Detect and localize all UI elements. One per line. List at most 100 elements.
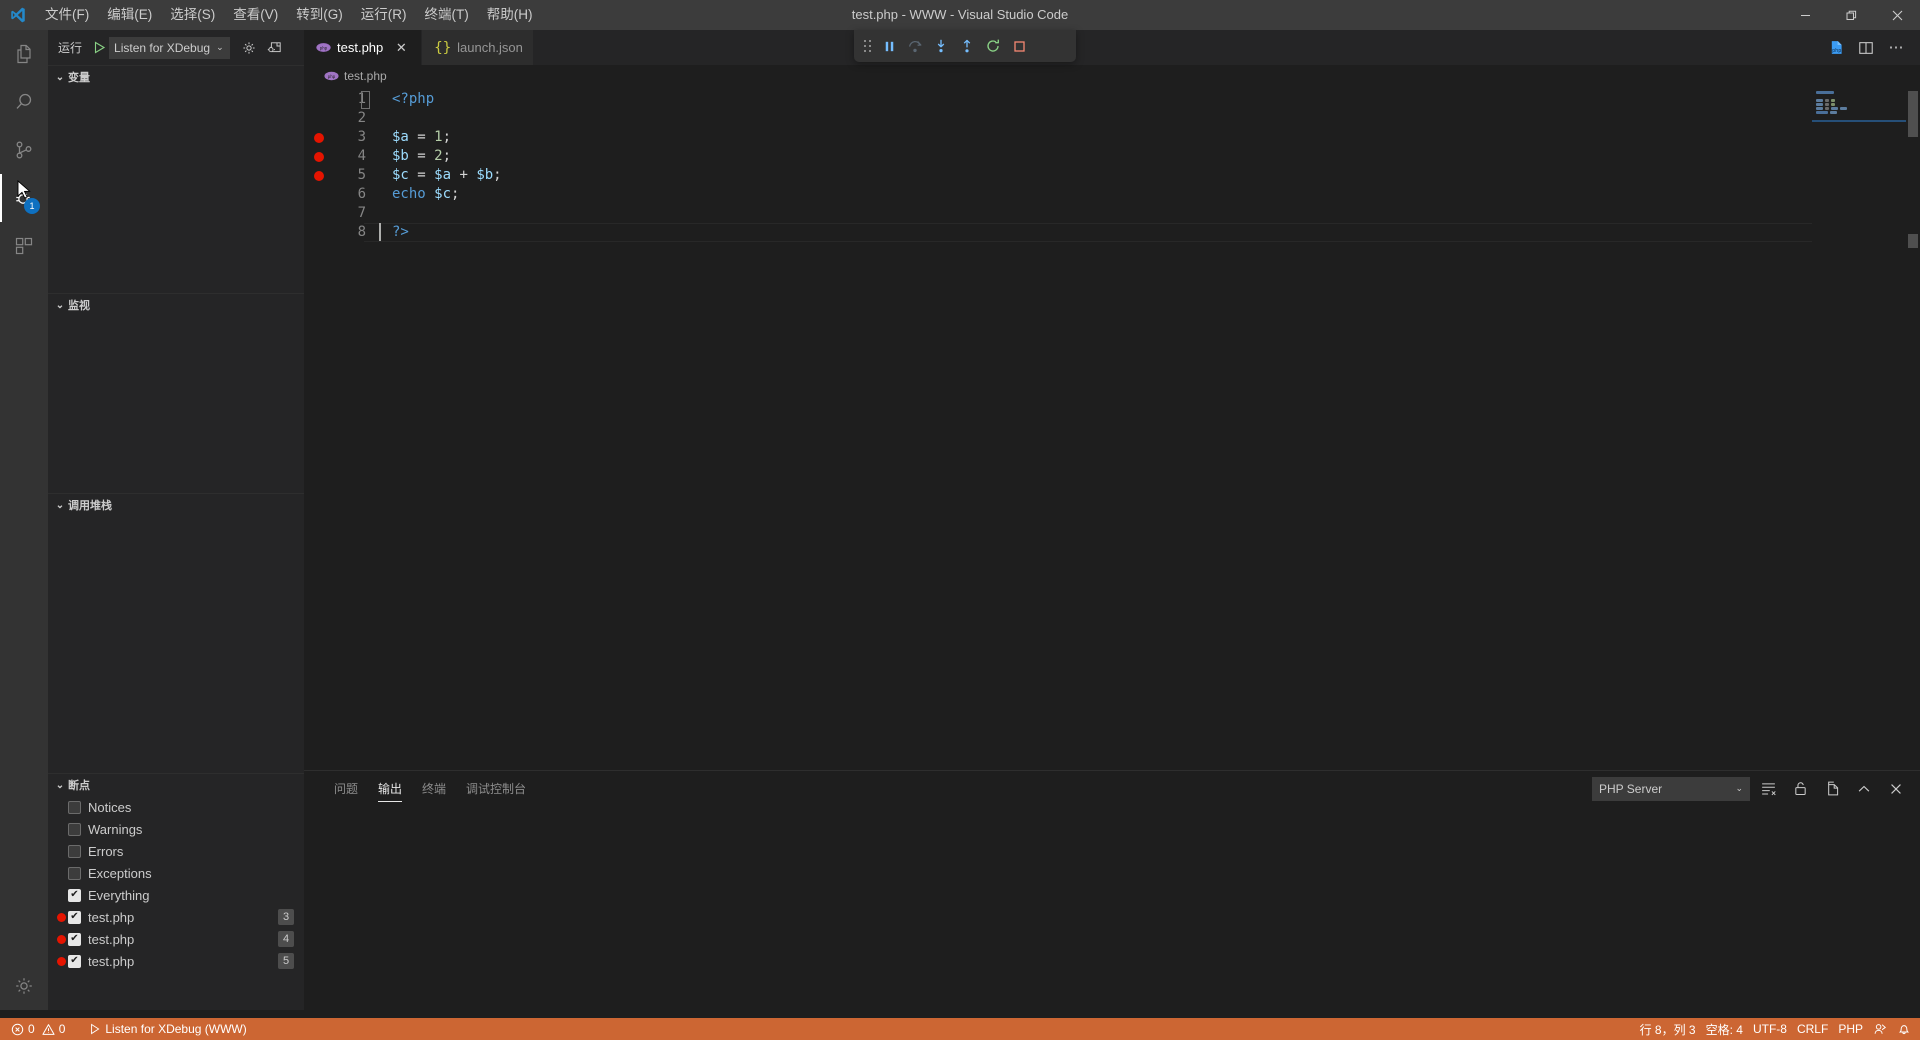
breakpoint-row[interactable]: ✔ test.php 4 — [48, 928, 304, 950]
breakpoint-checkbox[interactable]: ✔ — [68, 888, 81, 902]
code-editor[interactable]: 1 <?php 2 3 $a = 1; 4 $b = 2; 5 $c = $a + $b; 6 ec… — [304, 87, 1920, 770]
more-actions-button[interactable]: ⋯ — [1882, 34, 1910, 62]
status-cursor-position[interactable]: 行 8，列 3 — [1635, 1018, 1701, 1040]
status-problems[interactable]: 0 0 — [6, 1018, 70, 1040]
menu-help[interactable]: 帮助(H) — [478, 0, 542, 30]
debug-pause-button[interactable] — [876, 34, 902, 58]
menu-bar[interactable]: 文件(F) 编辑(E) 选择(S) 查看(V) 转到(G) 运行(R) 终端(T… — [36, 0, 542, 30]
minimize-icon[interactable] — [1782, 0, 1828, 30]
activity-manage[interactable] — [0, 962, 48, 1010]
breakpoint-dot-icon[interactable] — [304, 151, 334, 162]
breadcrumb-item-file[interactable]: test.php — [344, 69, 387, 83]
code-line[interactable]: 1 <?php — [304, 90, 1920, 109]
panel-tab-terminal[interactable]: 终端 — [412, 771, 456, 806]
breakpoint-row[interactable]: ✔ test.php 5 — [48, 950, 304, 972]
activity-source-control[interactable] — [0, 126, 48, 174]
section-breakpoints-header[interactable]: ⌄ 断点 — [48, 774, 304, 796]
section-call-stack-header[interactable]: ⌄ 调用堆栈 — [48, 494, 304, 516]
debug-step-out-button[interactable] — [954, 34, 980, 58]
output-view[interactable] — [304, 806, 1920, 1010]
status-eol[interactable]: CRLF — [1792, 1018, 1833, 1040]
floating-debug-toolbar[interactable] — [854, 30, 1076, 62]
breadcrumb[interactable]: php test.php — [304, 65, 1920, 87]
split-editor-button[interactable] — [1852, 34, 1880, 62]
breakpoint-line-number: 5 — [278, 953, 294, 969]
drag-handle-icon[interactable] — [860, 35, 876, 57]
close-panel-button[interactable] — [1882, 775, 1910, 803]
breakpoint-row[interactable]: Errors — [48, 840, 304, 862]
feedback-icon[interactable] — [1868, 1018, 1892, 1040]
menu-selection[interactable]: 选择(S) — [161, 0, 224, 30]
panel-tab-problems[interactable]: 问题 — [324, 771, 368, 806]
activity-extensions[interactable] — [0, 222, 48, 270]
bell-icon[interactable] — [1892, 1018, 1916, 1040]
variables-list[interactable] — [48, 88, 304, 293]
breakpoint-checkbox[interactable]: ✔ — [68, 932, 81, 946]
status-debug-session[interactable]: Listen for XDebug (WWW) — [84, 1018, 251, 1040]
breakpoint-row[interactable]: Exceptions — [48, 862, 304, 884]
breakpoint-dot-icon[interactable] — [304, 170, 334, 181]
section-watch-header[interactable]: ⌄ 监视 — [48, 294, 304, 316]
call-stack-list[interactable] — [48, 516, 304, 773]
panel-tab-output[interactable]: 输出 — [368, 771, 412, 806]
code-line[interactable]: 4 $b = 2; — [304, 147, 1920, 166]
status-language-mode[interactable]: PHP — [1833, 1018, 1868, 1040]
menu-file[interactable]: 文件(F) — [36, 0, 98, 30]
start-debugging-button[interactable] — [89, 36, 109, 60]
status-encoding[interactable]: UTF-8 — [1748, 1018, 1792, 1040]
debug-stop-button[interactable] — [1006, 34, 1032, 58]
line-number: 7 — [357, 205, 366, 221]
debug-configuration-select[interactable]: Listen for XDebug ⌄ — [109, 36, 230, 59]
debug-restart-button[interactable] — [980, 34, 1006, 58]
menu-go[interactable]: 转到(G) — [287, 0, 352, 30]
code-line[interactable]: 8 ?> — [304, 223, 1920, 242]
breakpoint-checkbox[interactable] — [68, 822, 81, 836]
breakpoint-row[interactable]: Notices — [48, 796, 304, 818]
maximize-panel-button[interactable] — [1850, 775, 1878, 803]
open-debug-console-icon[interactable] — [262, 36, 288, 60]
bracket-match-highlight — [361, 91, 370, 109]
tab-test-php[interactable]: php test.php ✕ — [304, 30, 423, 65]
activity-run-debug[interactable]: 1 — [0, 174, 48, 222]
debug-settings-gear-icon[interactable] — [236, 36, 262, 60]
breakpoints-list[interactable]: Notices Warnings Errors Exceptions ✔ Everythi… — [48, 796, 304, 1010]
section-variables-header[interactable]: ⌄ 变量 — [48, 66, 304, 88]
close-icon[interactable]: ✕ — [391, 38, 411, 58]
toggle-lock-button[interactable] — [1786, 775, 1814, 803]
activity-explorer[interactable] — [0, 30, 48, 78]
menu-terminal[interactable]: 终端(T) — [416, 0, 478, 30]
breakpoint-checkbox[interactable] — [68, 844, 81, 858]
code-line[interactable]: 7 — [304, 204, 1920, 223]
window-controls[interactable] — [1782, 0, 1920, 30]
breakpoint-row[interactable]: ✔ test.php 3 — [48, 906, 304, 928]
menu-view[interactable]: 查看(V) — [224, 0, 287, 30]
code-line[interactable]: 6 echo $c; — [304, 185, 1920, 204]
menu-run[interactable]: 运行(R) — [352, 0, 416, 30]
code-line[interactable]: 3 $a = 1; — [304, 128, 1920, 147]
tab-launch-json[interactable]: {} launch.json — [422, 30, 534, 65]
debug-step-over-button[interactable] — [902, 34, 928, 58]
code-line[interactable]: 5 $c = $a + $b; — [304, 166, 1920, 185]
restore-icon[interactable] — [1828, 0, 1874, 30]
breakpoint-checkbox[interactable] — [68, 866, 81, 880]
breakpoint-dot-icon[interactable] — [304, 132, 334, 143]
open-in-editor-button[interactable] — [1818, 775, 1846, 803]
clear-output-button[interactable] — [1754, 775, 1782, 803]
code-lines[interactable]: 1 <?php 2 3 $a = 1; 4 $b = 2; 5 $c = $a + $b; 6 ec… — [304, 87, 1920, 242]
debug-step-into-button[interactable] — [928, 34, 954, 58]
status-indentation[interactable]: 空格: 4 — [1701, 1018, 1748, 1040]
breakpoint-row[interactable]: Warnings — [48, 818, 304, 840]
code-line[interactable]: 2 — [304, 109, 1920, 128]
close-icon[interactable] — [1874, 0, 1920, 30]
breakpoint-checkbox[interactable] — [68, 800, 81, 814]
watch-list[interactable] — [48, 316, 304, 493]
breakpoint-label: test.php — [88, 931, 135, 947]
breakpoint-checkbox[interactable]: ✔ — [68, 954, 81, 968]
panel-tab-debug-console[interactable]: 调试控制台 — [456, 771, 536, 806]
breakpoint-checkbox[interactable]: ✔ — [68, 910, 81, 924]
menu-edit[interactable]: 编辑(E) — [98, 0, 161, 30]
output-channel-select[interactable]: PHP Server ⌄ — [1592, 776, 1750, 801]
run-php-button[interactable]: php — [1822, 34, 1850, 62]
breakpoint-row[interactable]: ✔ Everything — [48, 884, 304, 906]
activity-search[interactable] — [0, 78, 48, 126]
